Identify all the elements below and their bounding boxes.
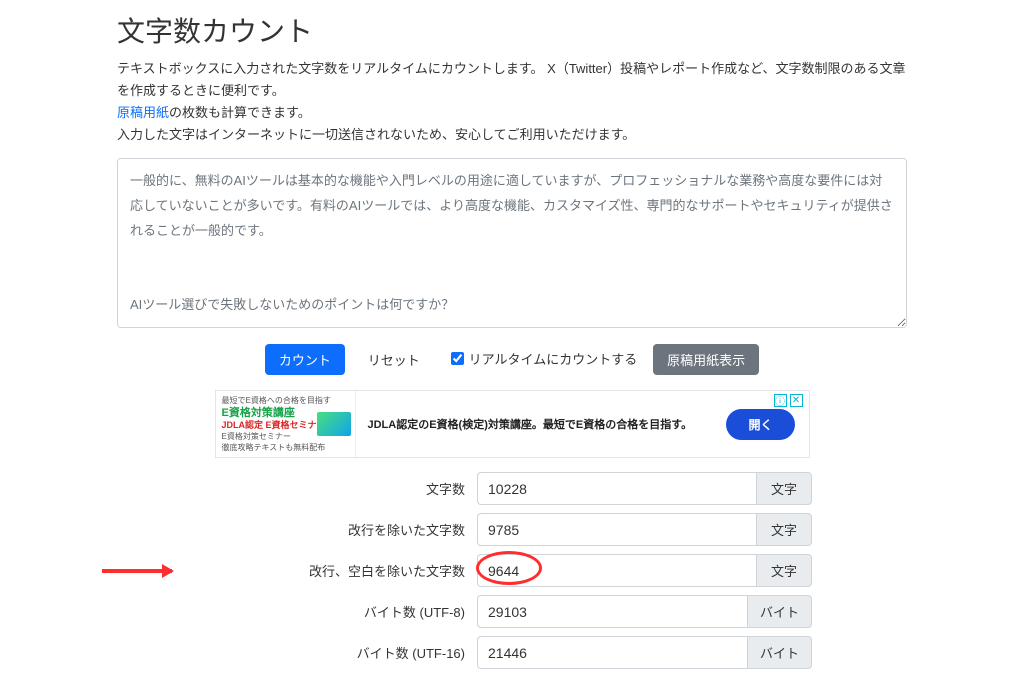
result-label: バイト数 (UTF-16) (212, 643, 477, 662)
result-label: 改行、空白を除いた文字数 (212, 561, 477, 580)
annotation-arrow (102, 569, 172, 573)
description-line-3: 入力した文字はインターネットに一切送信されないため、安心してご利用いただけます。 (117, 127, 635, 142)
result-label: 改行を除いた文字数 (212, 520, 477, 539)
result-row-no-whitespace: 改行、空白を除いた文字数 文字 (212, 554, 812, 587)
result-value-charcount[interactable] (477, 472, 756, 505)
count-button[interactable]: カウント (265, 344, 345, 375)
result-unit: 文字 (756, 472, 812, 505)
result-value-no-newline[interactable] (477, 513, 756, 546)
description-line-1: テキストボックスに入力された文字数をリアルタイムにカウントします。 X（Twit… (117, 61, 905, 98)
result-unit: 文字 (756, 513, 812, 546)
text-input[interactable] (117, 158, 907, 328)
result-label: 文字数 (212, 479, 477, 498)
manuscript-link[interactable]: 原稿用紙 (117, 105, 169, 120)
result-row-charcount: 文字数 文字 (212, 472, 812, 505)
description-after-link: の枚数も計算できます。 (169, 105, 311, 120)
ad-left-panel: 最短でE資格への合格を目指す E資格対策講座 JDLA認定 E資格セミナー E資… (216, 391, 356, 457)
advertisement-banner[interactable]: 最短でE資格への合格を目指す E資格対策講座 JDLA認定 E資格セミナー E資… (215, 390, 810, 458)
ad-sub3: 徹底攻略テキストも無料配布 (222, 443, 349, 453)
result-unit: バイト (747, 595, 812, 628)
realtime-checkbox[interactable] (451, 352, 464, 365)
page-title: 文字数カウント (117, 10, 907, 50)
manuscript-button[interactable]: 原稿用紙表示 (653, 344, 759, 375)
results-panel: 文字数 文字 改行を除いた文字数 文字 改行、空白を除いた文字数 文字 バイト数… (212, 472, 812, 669)
result-row-bytes-utf8: バイト数 (UTF-8) バイト (212, 595, 812, 628)
result-row-bytes-utf16: バイト数 (UTF-16) バイト (212, 636, 812, 669)
result-value-no-whitespace[interactable] (477, 554, 756, 587)
realtime-checkbox-wrap[interactable]: リアルタイムにカウントする (451, 349, 638, 368)
result-value-bytes-utf8[interactable] (477, 595, 747, 628)
ad-tagline: 最短でE資格への合格を目指す (222, 396, 349, 406)
result-row-no-newline: 改行を除いた文字数 文字 (212, 513, 812, 546)
reset-button[interactable]: リセット (353, 343, 435, 376)
result-value-bytes-utf16[interactable] (477, 636, 747, 669)
ad-close-icon[interactable]: ✕ (790, 394, 803, 407)
result-unit: バイト (747, 636, 812, 669)
result-unit: 文字 (756, 554, 812, 587)
ad-info-icon[interactable]: ⓘ (774, 394, 787, 407)
ad-main-text: JDLA認定のE資格(検定)対策講座。最短でE資格の合格を目指す。 (356, 416, 727, 432)
result-label: バイト数 (UTF-8) (212, 602, 477, 621)
realtime-label: リアルタイムにカウントする (469, 349, 638, 368)
ad-cta-button[interactable]: 開く (726, 409, 794, 440)
ad-thumbnail (317, 412, 351, 436)
